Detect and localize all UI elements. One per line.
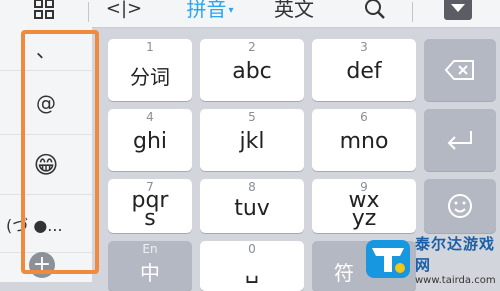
- collapse-keyboard-icon: [451, 4, 465, 12]
- emoji-button[interactable]: [424, 179, 496, 233]
- key-letters: jkl: [239, 129, 265, 154]
- enter-icon: [424, 109, 496, 171]
- key-1[interactable]: 1 分词: [108, 39, 192, 101]
- symbol-item[interactable]: 😁: [0, 135, 92, 195]
- toolbar-divider: [412, 2, 413, 22]
- key-digit: 3: [360, 40, 368, 54]
- candidate-toolbar: <|> 拼音 ▾ 英文: [0, 0, 500, 28]
- backspace-icon: [424, 39, 496, 101]
- cursor-move-button[interactable]: <|>: [104, 0, 144, 24]
- watermark-title: 泰尔达游戏网: [415, 234, 496, 274]
- language-switch-button[interactable]: En 中: [108, 241, 192, 291]
- key-digit: 0: [248, 242, 256, 256]
- backspace-button[interactable]: [424, 39, 496, 101]
- key-digit: 4: [146, 110, 154, 124]
- watermark-text: 泰尔达游戏网 www.tairda.com: [415, 233, 500, 286]
- symbol-sidebar: 、 @ 😁 (づ ●... +: [0, 27, 92, 282]
- key-letters: wxyz: [348, 188, 380, 231]
- tab-english[interactable]: 英文: [266, 0, 322, 24]
- key-4[interactable]: 4 ghi: [108, 109, 192, 171]
- key-digit: 8: [248, 180, 256, 194]
- tairda-logo-icon: [366, 240, 410, 278]
- search-icon[interactable]: [360, 0, 390, 24]
- key-digit: 2: [248, 40, 256, 54]
- enter-button[interactable]: [424, 109, 496, 171]
- key-7[interactable]: 7 pqrs: [108, 179, 192, 233]
- key-9[interactable]: 9 wxyz: [312, 179, 416, 233]
- key-letters: def: [346, 59, 382, 84]
- key-digit: 6: [360, 110, 368, 124]
- symbol-item[interactable]: @: [0, 71, 92, 135]
- key-8[interactable]: 8 tuv: [200, 179, 304, 233]
- key-digit: 5: [248, 110, 256, 124]
- key-letters: ghi: [132, 129, 168, 154]
- chevron-down-icon: ▾: [228, 5, 234, 16]
- key-digit: 1: [146, 40, 154, 54]
- grid-icon[interactable]: [28, 0, 60, 24]
- key-letters: 分词: [130, 65, 170, 89]
- plus-icon[interactable]: +: [29, 252, 55, 278]
- collapse-keyboard-button[interactable]: [444, 0, 472, 20]
- key-letters: tuv: [234, 196, 270, 221]
- key-lang-top: En: [142, 242, 158, 256]
- key-5[interactable]: 5 jkl: [200, 109, 304, 171]
- symbol-item[interactable]: 、: [0, 27, 92, 71]
- key-letters: pqrs: [131, 188, 169, 231]
- key-3[interactable]: 3 def: [312, 39, 416, 101]
- watermark: 泰尔达游戏网 www.tairda.com: [366, 235, 500, 286]
- key-6[interactable]: 6 mno: [312, 109, 416, 171]
- tab-pinyin-label: 拼音: [186, 0, 227, 21]
- watermark-url: www.tairda.com: [415, 274, 496, 286]
- symbol-item[interactable]: (づ ●...: [0, 195, 92, 253]
- add-symbol-row: +: [0, 247, 92, 287]
- tab-pinyin[interactable]: 拼音 ▾: [178, 0, 242, 24]
- key-letters: mno: [339, 129, 389, 154]
- smiley-icon: [424, 179, 496, 233]
- toolbar-divider: [88, 2, 89, 22]
- key-letters: abc: [232, 59, 272, 84]
- key-2[interactable]: 2 abc: [200, 39, 304, 101]
